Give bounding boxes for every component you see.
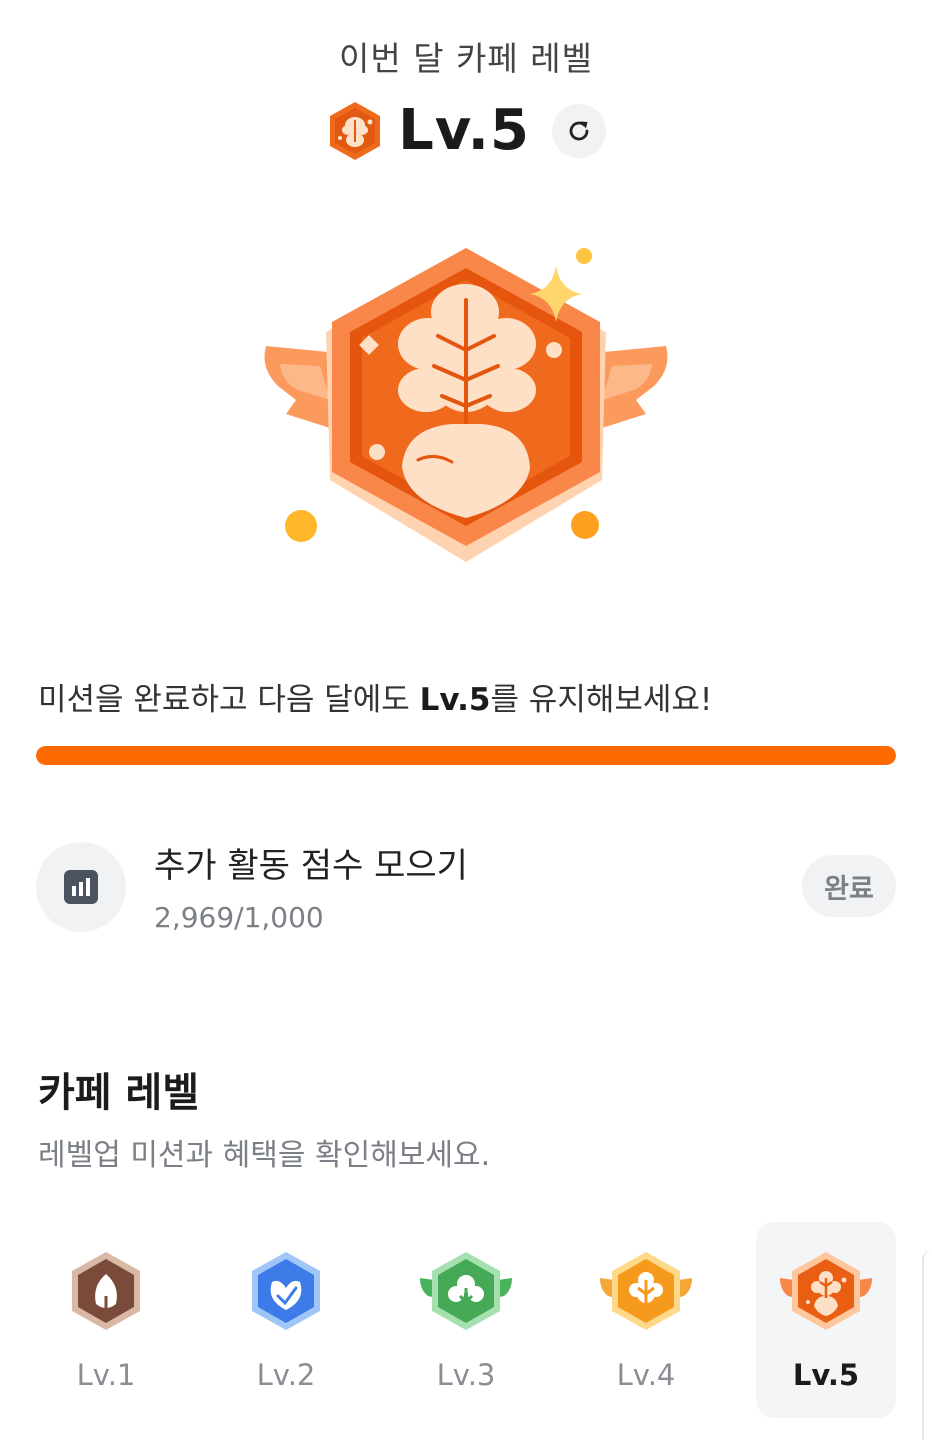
section-title: 카페 레벨	[38, 1070, 200, 1116]
level-label: Lv.2	[256, 1358, 316, 1392]
seed-badge-icon	[72, 1252, 140, 1330]
current-level-text: Lv.5	[398, 98, 530, 163]
tree-badge-icon	[420, 1252, 512, 1330]
refresh-icon	[569, 121, 589, 140]
status-badge: 완료	[802, 855, 896, 917]
radish-badge-icon	[780, 1252, 872, 1330]
current-level-row: Lv.5	[0, 98, 932, 163]
level-label: Lv.4	[616, 1358, 676, 1392]
sprout-badge-icon	[252, 1252, 320, 1330]
score-mission-title: 추가 활동 점수 모으기	[154, 846, 468, 886]
mission-text-before: 미션을 완료하고 다음 달에도	[38, 682, 420, 718]
refresh-button[interactable]	[551, 103, 606, 158]
level-item-1[interactable]: Lv.1	[36, 1222, 176, 1418]
level-label: Lv.5	[792, 1358, 860, 1392]
score-icon-circle	[36, 842, 126, 932]
level-item-4[interactable]: Lv.4	[576, 1222, 716, 1418]
score-mission-value: 2,969/1,000	[154, 901, 324, 934]
month-title: 이번 달 카페 레벨	[339, 39, 593, 78]
mission-progress-fill	[36, 746, 896, 765]
level-badge-icon	[330, 101, 381, 160]
level-item-5[interactable]: Lv.5	[756, 1222, 896, 1418]
level-list: Lv.1 Lv.2 Lv.3 Lv.4 Lv.5	[0, 1222, 932, 1422]
level-label: Lv.1	[76, 1358, 136, 1392]
level-label: Lv.3	[436, 1358, 496, 1392]
mission-text-level: Lv.5	[419, 682, 491, 718]
bar-chart-icon	[64, 870, 98, 904]
level-item-2[interactable]: Lv.2	[216, 1222, 356, 1418]
level-item-3[interactable]: Lv.3	[396, 1222, 536, 1418]
cafe-level-page: 이번 달 카페 레벨 Lv.5 미션을 완료하고 다음 달에도 Lv.5를 유지…	[0, 0, 932, 1440]
mission-text-after: 를 유지해보세요!	[490, 682, 713, 718]
next-card-edge	[922, 1250, 932, 1440]
mission-progress-bar	[36, 746, 896, 765]
level-5-hero-badge	[264, 248, 668, 562]
section-subtitle: 레벨업 미션과 혜택을 확인해보세요.	[38, 1138, 491, 1173]
mission-message: 미션을 완료하고 다음 달에도 Lv.5를 유지해보세요!	[38, 674, 898, 719]
leaf-badge-icon	[600, 1252, 692, 1330]
